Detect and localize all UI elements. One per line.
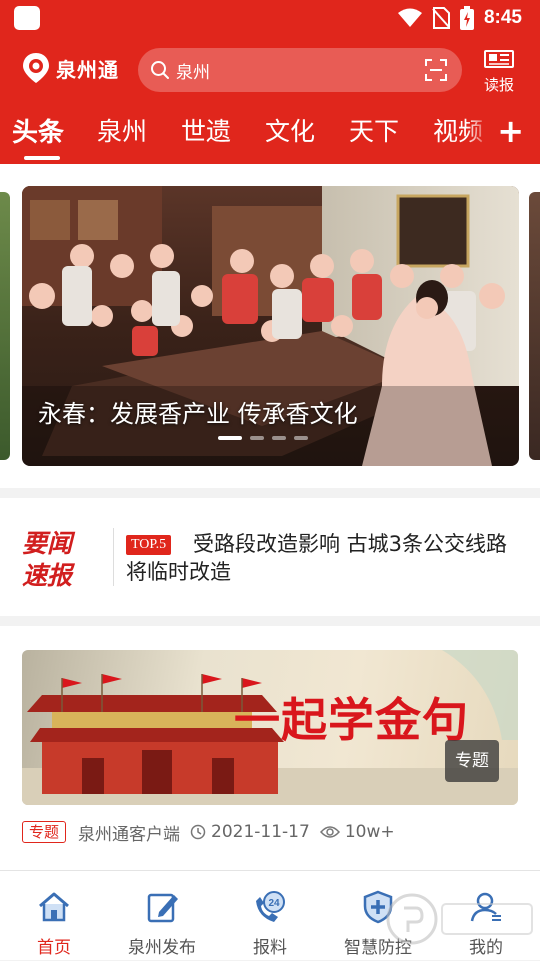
banner-title: 一起学金句	[234, 693, 469, 747]
tab-tianxia[interactable]: 天下	[349, 112, 399, 148]
nav-quanzhou-release[interactable]: 泉州发布	[108, 871, 216, 961]
carousel-dot	[250, 436, 264, 440]
channel-tabs: 头条 泉州 世遗 文化 天下 视频 +	[0, 108, 540, 164]
news-flash-logo: 要闻 速报	[22, 529, 73, 590]
eye-icon	[319, 826, 340, 838]
divider	[113, 528, 114, 586]
article-meta: 专题 泉州通客户端 2021-11-17 10w+	[22, 820, 395, 845]
carousel-dot	[218, 436, 242, 440]
notification-app-icon	[14, 6, 40, 30]
scan-icon[interactable]	[424, 58, 448, 82]
nav-home[interactable]: 首页	[0, 871, 108, 961]
svg-text:24: 24	[268, 898, 280, 909]
newspaper-icon	[484, 50, 514, 68]
status-time: 8:45	[483, 7, 522, 28]
tab-quanzhou[interactable]: 泉州	[97, 112, 147, 148]
nav-report[interactable]: 24 报料	[216, 871, 324, 961]
category-tag: 专题	[22, 821, 67, 843]
top-rank-badge: TOP.5	[126, 535, 172, 555]
article-source: 泉州通客户端	[78, 824, 181, 845]
carousel-prev-slide-peek[interactable]	[0, 192, 10, 460]
tab-shiyi[interactable]: 世遗	[181, 112, 231, 148]
no-sim-icon	[432, 7, 450, 29]
carousel-next-slide-peek[interactable]	[529, 192, 540, 460]
search-bar[interactable]: 泉州	[138, 48, 462, 92]
news-flash-card[interactable]: 要闻 速报 受路段改造影响 古城3条公交线路将临时改造 TOP.5	[0, 498, 540, 616]
carousel-card: 永春：发展香产业 传承香文化	[0, 164, 540, 488]
app-logo: 泉州通	[22, 52, 119, 84]
feature-banner[interactable]: 一起学金句 专题	[22, 650, 518, 805]
phone-24-icon: 24	[256, 891, 285, 922]
slide-caption: 永春：发展香产业 传承香文化	[38, 400, 358, 428]
carousel-slide[interactable]: 永春：发展香产业 传承香文化	[22, 186, 519, 466]
article-date: 2021-11-17	[211, 822, 310, 842]
search-input[interactable]: 泉州	[176, 58, 210, 83]
battery-charging-icon	[459, 6, 474, 30]
read-paper-button[interactable]: 读报	[478, 50, 520, 94]
edit-icon	[147, 893, 178, 923]
read-paper-label: 读报	[483, 76, 514, 94]
feature-article-card[interactable]: 一起学金句 专题 专题 泉州通客户端 2021-11-17 10w+	[0, 626, 540, 870]
tab-toutiao[interactable]: 头条	[12, 112, 64, 149]
location-pin-logo-icon	[23, 53, 49, 83]
search-icon	[151, 61, 169, 79]
carousel-dot	[272, 436, 286, 440]
wifi-icon	[397, 8, 422, 27]
active-tab-indicator	[24, 156, 60, 160]
topic-badge: 专题	[445, 740, 499, 782]
status-bar: 8:45	[0, 0, 540, 36]
carousel-dot	[294, 436, 308, 440]
home-icon	[39, 892, 69, 922]
carousel-indicator	[218, 436, 308, 440]
app-header: 8:45 泉州通 泉州 读报 头条 泉州 世遗 文化 天下 视频 +	[0, 0, 540, 164]
app-name: 泉州通	[56, 57, 119, 82]
watermark-logo	[386, 893, 533, 945]
news-flash-headline[interactable]: 受路段改造影响 古城3条公交线路将临时改造	[126, 530, 518, 586]
view-count: 10w+	[344, 822, 395, 842]
tab-wenhua[interactable]: 文化	[265, 112, 315, 148]
add-channel-button[interactable]: +	[497, 112, 524, 150]
clock-icon	[190, 824, 206, 840]
